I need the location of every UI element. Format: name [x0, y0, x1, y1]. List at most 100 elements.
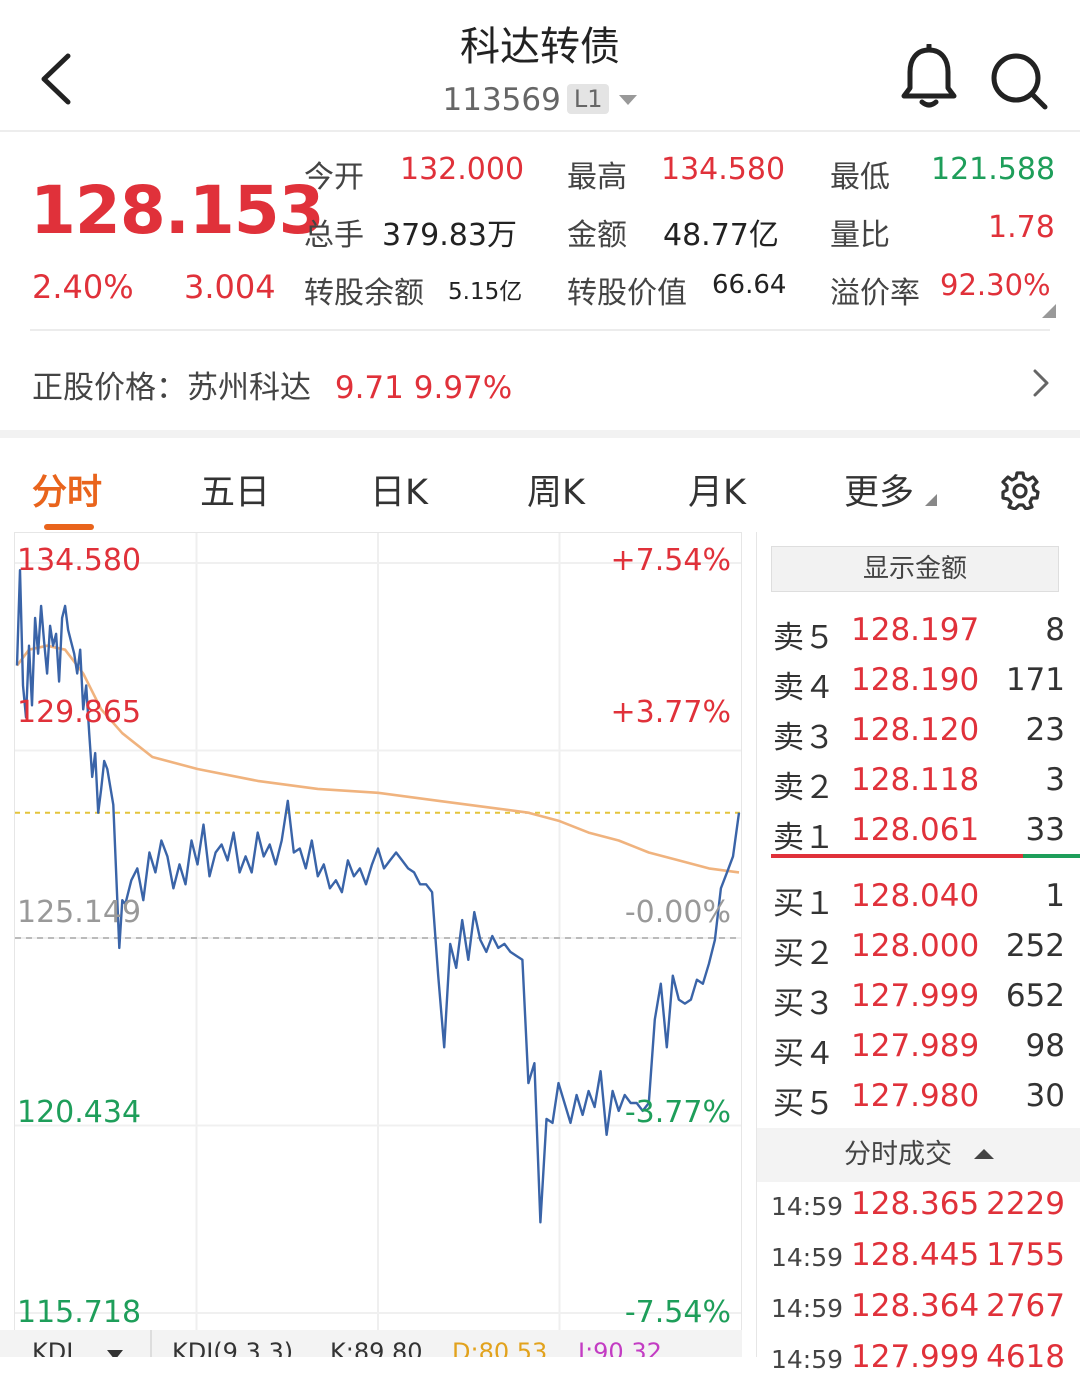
- bid-price: 128.000: [851, 928, 980, 964]
- tab-more[interactable]: 更多: [844, 464, 938, 515]
- open-label: 今开: [304, 160, 364, 195]
- y-tick-right: +3.77%: [610, 695, 731, 730]
- conversion-value-label: 转股价值: [567, 276, 687, 311]
- y-tick-left: 129.865: [17, 695, 142, 730]
- bid-label: 买５: [773, 1086, 835, 1122]
- caret-down-icon: [619, 95, 638, 105]
- y-tick-left: 134.580: [17, 543, 142, 578]
- indicator-params: KDJ(9,3,3): [172, 1338, 294, 1357]
- ask-qty: 8: [1045, 612, 1065, 648]
- amount-value: 48.77亿: [663, 218, 779, 253]
- trade-price: 128.364: [851, 1288, 980, 1324]
- security-code: 113569: [442, 82, 561, 118]
- underlying-stock-row[interactable]: 正股价格：苏州科达 9.71 9.97%: [32, 362, 512, 407]
- y-tick-right: -0.00%: [624, 895, 731, 930]
- bid-label: 买１: [773, 886, 835, 922]
- search-icon[interactable]: [988, 50, 1050, 112]
- trade-volume: 2229: [986, 1186, 1065, 1222]
- volume-ratio-value: 1.78: [988, 210, 1055, 245]
- indicator-k: K:89.80: [330, 1338, 423, 1357]
- bid-price: 127.980: [851, 1078, 980, 1114]
- ask-qty: 23: [1025, 712, 1065, 748]
- bell-icon[interactable]: [900, 44, 958, 110]
- ask-label: 卖１: [773, 820, 835, 856]
- trade-time: 14:59: [771, 1192, 844, 1221]
- y-tick-right: -7.54%: [624, 1295, 731, 1330]
- low-value: 121.588: [931, 152, 1056, 187]
- trade-volume: 2767: [986, 1288, 1065, 1324]
- volume-label: 总手: [304, 218, 364, 253]
- ask-label: 卖５: [773, 620, 835, 656]
- bid-label: 买３: [773, 986, 835, 1022]
- divider: [150, 1330, 152, 1357]
- bid-row: 买５ 127.980 30: [757, 1078, 1080, 1128]
- caret-up-icon: [974, 1149, 994, 1159]
- trades-header-label: 分时成交: [844, 1139, 952, 1170]
- premium-value: 92.30%: [940, 268, 1051, 302]
- intraday-chart[interactable]: 134.580 129.865 125.149 120.434 115.718 …: [14, 532, 742, 1357]
- gear-icon[interactable]: [1000, 470, 1040, 510]
- underlying-pct: 9.97%: [413, 370, 513, 406]
- bid-label: 买２: [773, 936, 835, 972]
- bid-qty: 98: [1025, 1028, 1065, 1064]
- bid-row: 买３ 127.999 652: [757, 978, 1080, 1028]
- ask-price: 128.118: [851, 762, 980, 798]
- high-value: 134.580: [661, 152, 786, 187]
- trade-row: 14:59 127.999 4618: [757, 1339, 1080, 1389]
- section-gap: [0, 430, 1080, 438]
- trade-time: 14:59: [771, 1294, 844, 1323]
- bid-ask-ratio-bar-buy: [1023, 854, 1080, 858]
- bid-price: 127.999: [851, 978, 980, 1014]
- premium-label: 溢价率: [830, 276, 920, 311]
- y-tick-left: 125.149: [17, 895, 142, 930]
- bid-label: 买４: [773, 1036, 835, 1072]
- trade-row: 14:59 128.365 2229: [757, 1186, 1080, 1236]
- y-tick-right: -3.77%: [624, 1095, 731, 1130]
- change-percent: 2.40%: [32, 268, 134, 306]
- y-tick-left: 120.434: [17, 1095, 142, 1130]
- tab-weekly-k[interactable]: 周K: [527, 464, 585, 515]
- trade-time: 14:59: [771, 1243, 844, 1272]
- tab-intraday[interactable]: 分时: [32, 464, 102, 515]
- show-amount-button[interactable]: 显示金额: [771, 546, 1059, 592]
- ask-row: 卖５ 128.197 8: [757, 612, 1080, 662]
- bid-qty: 652: [1005, 978, 1065, 1014]
- bid-qty: 1: [1045, 878, 1065, 914]
- ask-row: 卖４ 128.190 171: [757, 662, 1080, 712]
- indicator-bar: KDJ KDJ(9,3,3) K:89.80 D:80.53 J:90.32: [0, 1330, 742, 1357]
- last-price: 128.153: [30, 172, 325, 249]
- trade-volume: 1755: [986, 1237, 1065, 1273]
- indicator-selector[interactable]: KDJ: [32, 1338, 123, 1357]
- underlying-price: 9.71: [334, 370, 404, 406]
- ask-price: 128.197: [851, 612, 980, 648]
- ask-qty: 33: [1025, 812, 1065, 848]
- ask-label: 卖４: [773, 670, 835, 706]
- bid-ask-ratio-bar-sell: [771, 854, 1023, 858]
- expand-corner-icon[interactable]: [1042, 304, 1056, 318]
- bid-row: 买４ 127.989 98: [757, 1028, 1080, 1078]
- low-label: 最低: [830, 160, 890, 195]
- tab-monthly-k[interactable]: 月K: [688, 464, 746, 515]
- change-amount: 3.004: [184, 268, 276, 306]
- trade-price: 128.445: [851, 1237, 980, 1273]
- ask-price: 128.190: [851, 662, 980, 698]
- bid-price: 128.040: [851, 878, 980, 914]
- trade-price: 127.999: [851, 1339, 980, 1375]
- underlying-name: 苏州科达: [187, 370, 311, 406]
- quote-panel: 128.153 2.40% 3.004 今开 132.000 最高 134.58…: [0, 134, 1080, 430]
- chevron-right-icon[interactable]: [1032, 368, 1050, 398]
- trades-header[interactable]: 分时成交: [757, 1128, 1080, 1182]
- high-label: 最高: [567, 160, 627, 195]
- conversion-balance-value: 5.15亿: [448, 279, 523, 305]
- caret-down-icon: [106, 1350, 123, 1357]
- ask-label: 卖３: [773, 720, 835, 756]
- tab-five-day[interactable]: 五日: [200, 464, 270, 515]
- tab-daily-k[interactable]: 日K: [370, 464, 428, 515]
- trade-row: 14:59 128.445 1755: [757, 1237, 1080, 1287]
- y-tick-right: +7.54%: [610, 543, 731, 578]
- open-value: 132.000: [400, 152, 525, 187]
- bid-row: 买１ 128.040 1: [757, 878, 1080, 928]
- bid-price: 127.989: [851, 1028, 980, 1064]
- trade-row: 14:59 128.364 2767: [757, 1288, 1080, 1338]
- indicator-j: J:90.32: [578, 1338, 662, 1357]
